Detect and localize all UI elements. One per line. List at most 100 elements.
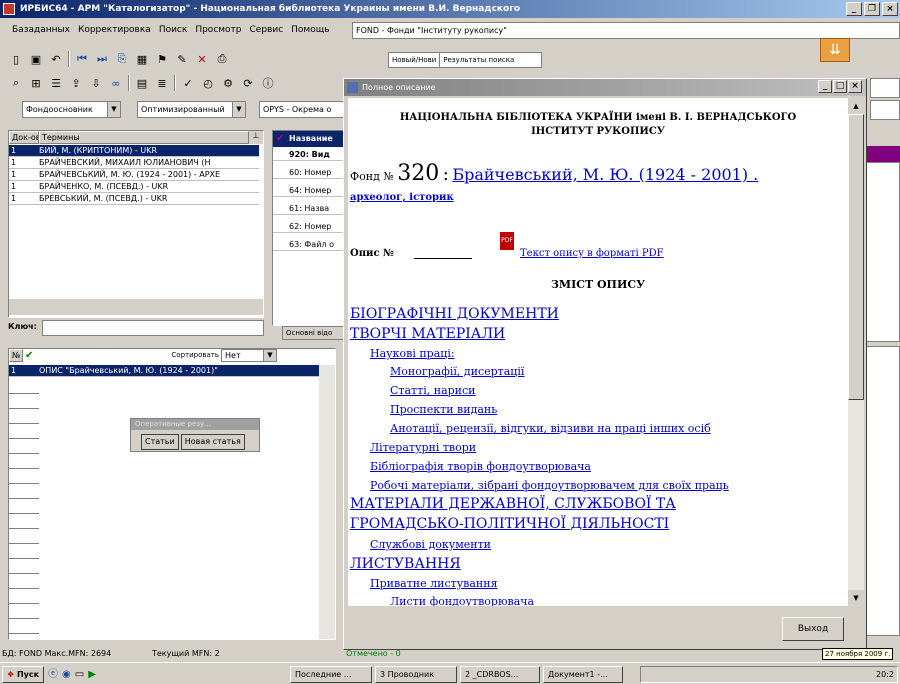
sort-combo[interactable]: Оптимизированный ▼ — [137, 101, 246, 118]
field-row[interactable]: 62: Номер — [273, 221, 343, 233]
format-combo[interactable]: OPYS - Окрема о — [259, 101, 345, 118]
close-button[interactable]: × — [882, 2, 898, 16]
ie-icon[interactable]: ⓔ — [48, 667, 58, 682]
field-row[interactable]: 64: Номер — [273, 185, 343, 197]
media-icon[interactable]: ▶ — [88, 667, 96, 682]
table-icon[interactable]: ▤ — [134, 75, 150, 91]
task-document[interactable]: Документ1 -... — [543, 666, 623, 683]
pin-icon[interactable]: ⊥ — [249, 131, 263, 144]
stats-icon[interactable]: ◴ — [200, 75, 216, 91]
pdf-icon[interactable]: PDF — [500, 232, 514, 250]
tools-icon[interactable]: ⚙ — [220, 75, 236, 91]
scroll-thumb[interactable] — [848, 114, 864, 400]
toc-prospectus-link[interactable]: Проспекти видань — [390, 403, 497, 416]
minimize-button[interactable]: _ — [846, 2, 862, 16]
undo-icon[interactable]: ↶ — [48, 51, 64, 67]
task-recent[interactable]: Последние ... — [290, 666, 372, 683]
table-row[interactable]: 1 БРАЙЧЕВСЬКИЙ, М. Ю. (1924 - 2001) - АРХ… — [9, 169, 259, 181]
dialog-maximize-button[interactable]: □ — [833, 80, 847, 93]
new-icon[interactable]: ▯ — [8, 51, 24, 67]
terms-hscrollbar[interactable] — [9, 299, 263, 315]
menu-search[interactable]: Поиск — [159, 25, 188, 35]
last-record-icon[interactable]: ⏭ — [94, 51, 110, 67]
key-input[interactable] — [42, 320, 264, 336]
record-button[interactable] — [352, 50, 376, 68]
restore-button[interactable]: ❐ — [864, 2, 880, 16]
outlook-icon[interactable]: ◉ — [62, 667, 71, 682]
pdf-text-link[interactable]: Текст опису в форматі PDF — [520, 248, 664, 259]
table-row[interactable]: 1 БРЕВСЬКИЙ, М. (ПСЕВД.) - UKR — [9, 193, 259, 205]
mode-combo[interactable]: Фондоосновник ▼ — [22, 101, 121, 118]
toc-public-activity-link[interactable]: ГРОМАДСЬКО-ПОЛІТИЧНОЇ ДІЯЛЬНОСТІ — [350, 516, 669, 532]
export-icon[interactable]: ⇪ — [68, 75, 84, 91]
table-row[interactable]: 1 ОПИС "Брайчевський, М. Ю. (1924 - 2001)… — [9, 365, 319, 377]
menu-edit[interactable]: Корректировка — [78, 25, 151, 35]
toc-private-letters-link[interactable]: Приватне листування — [370, 577, 498, 590]
toc-monographs-link[interactable]: Монографії, дисертації — [390, 365, 524, 378]
toc-reviews-link[interactable]: Анотації, рецензії, відгуки, відзиви на … — [390, 422, 711, 435]
table-row[interactable]: 1 БИЙ, М. (КРИПТОНИМ) - UKR — [9, 145, 259, 157]
toc-bibliography-link[interactable]: Бібліографія творів фондоутворювача — [370, 460, 591, 473]
tab-main-fields[interactable]: Основні відо — [282, 326, 344, 340]
field-row[interactable]: 61: Назва — [273, 203, 343, 215]
field-row[interactable]: 60: Номер — [273, 167, 343, 179]
toc-correspondence-link[interactable]: ЛИСТУВАННЯ — [350, 556, 461, 572]
check-icon[interactable]: ✓ — [180, 75, 196, 91]
fond-name-link[interactable]: Брайчевський, М. Ю. (1924 - 2001) . — [452, 165, 758, 184]
menu-database[interactable]: Базаданных — [12, 25, 70, 35]
dictionary-icon[interactable]: ☰ — [48, 75, 64, 91]
edit-icon[interactable]: ✎ — [174, 51, 190, 67]
right-combo[interactable] — [870, 78, 900, 98]
copy-icon[interactable]: ⎘ — [114, 51, 130, 67]
tree-icon[interactable]: ⊞ — [28, 75, 44, 91]
terms-col-count[interactable]: Док-ов — [9, 131, 39, 144]
task-cdrbos[interactable]: 2 _CDRBOS... — [460, 666, 540, 683]
tab-new[interactable]: Новый/Нови — [389, 53, 441, 67]
toc-working-materials-link[interactable]: Робочі матеріали, зібрані фондоутворювач… — [370, 479, 729, 492]
toc-creative-link[interactable]: ТВОРЧІ МАТЕРІАЛИ — [350, 326, 505, 342]
start-button[interactable]: ❖ Пуск — [2, 666, 44, 683]
dialog-vscrollbar[interactable]: ▲ ▼ — [848, 98, 864, 606]
field-row[interactable]: 920: Вид — [273, 149, 343, 161]
toc-scientific-link[interactable]: Наукові праці: — [370, 347, 455, 360]
grid-icon[interactable]: ▦ — [134, 51, 150, 67]
articles-button[interactable]: Статьи — [141, 434, 179, 450]
fond-subtitle-link[interactable]: археолог, історик — [350, 192, 454, 203]
scroll-up-icon[interactable]: ▲ — [848, 98, 864, 114]
results-vscrollbar[interactable] — [319, 365, 335, 639]
menu-view[interactable]: Просмотр — [195, 25, 241, 35]
desktop-icon[interactable]: ▭ — [75, 667, 84, 682]
info-icon[interactable]: ⓘ — [260, 75, 276, 91]
filter-icon[interactable]: ⚑ — [154, 51, 170, 67]
results-sort-combo[interactable]: Нет ▼ — [221, 349, 277, 362]
menu-help[interactable]: Помощь — [291, 25, 329, 35]
list-icon[interactable]: ≣ — [154, 75, 170, 91]
results-col-n[interactable]: № — [9, 349, 23, 362]
collapse-chevron-icon[interactable]: ⇊ — [820, 38, 850, 62]
toc-state-materials-link[interactable]: МАТЕРІАЛИ ДЕРЖАВНОЇ, СЛУЖБОВОЇ ТА — [350, 496, 676, 512]
toc-biographical-link[interactable]: БІОГРАФІЧНІ ДОКУМЕНТИ — [350, 306, 559, 322]
tab-search-results[interactable]: Результаты поиска — [440, 53, 517, 67]
toc-official-docs-link[interactable]: Службові документи — [370, 538, 491, 551]
save-icon[interactable]: ▣ — [28, 51, 44, 67]
import-icon[interactable]: ⇩ — [88, 75, 104, 91]
menu-service[interactable]: Сервис — [250, 25, 284, 35]
first-record-icon[interactable]: ⏮ — [74, 51, 90, 67]
checkmark-icon[interactable]: ✔ — [25, 349, 37, 362]
toc-founder-letters-link[interactable]: Листи фондоутворювача — [390, 595, 534, 606]
table-row[interactable]: 1 БРАЙЧЕВСКИЙ, МИХАИЛ ЮЛИАНОВИЧ (Н — [9, 157, 259, 169]
terms-col-term[interactable]: Термины — [39, 131, 249, 144]
database-combo[interactable]: FOND - Фонди "Інституту рукопису" — [352, 22, 900, 39]
refresh-icon[interactable]: ⟳ — [240, 75, 256, 91]
right-combo-2[interactable] — [870, 100, 900, 120]
print-icon[interactable]: ⎙ — [214, 51, 230, 67]
dialog-close-button[interactable]: × — [848, 80, 862, 93]
toc-literary-link[interactable]: Літературні твори — [370, 441, 476, 454]
delete-icon[interactable]: ✕ — [194, 51, 210, 67]
task-explorer[interactable]: 3 Проводник — [375, 666, 457, 683]
scroll-down-icon[interactable]: ▼ — [848, 590, 864, 606]
dialog-minimize-button[interactable]: _ — [818, 80, 832, 93]
link-icon[interactable]: ∞ — [108, 75, 124, 91]
exit-button[interactable]: Выход — [782, 617, 844, 641]
field-row[interactable]: 63: Файл о — [273, 239, 343, 251]
